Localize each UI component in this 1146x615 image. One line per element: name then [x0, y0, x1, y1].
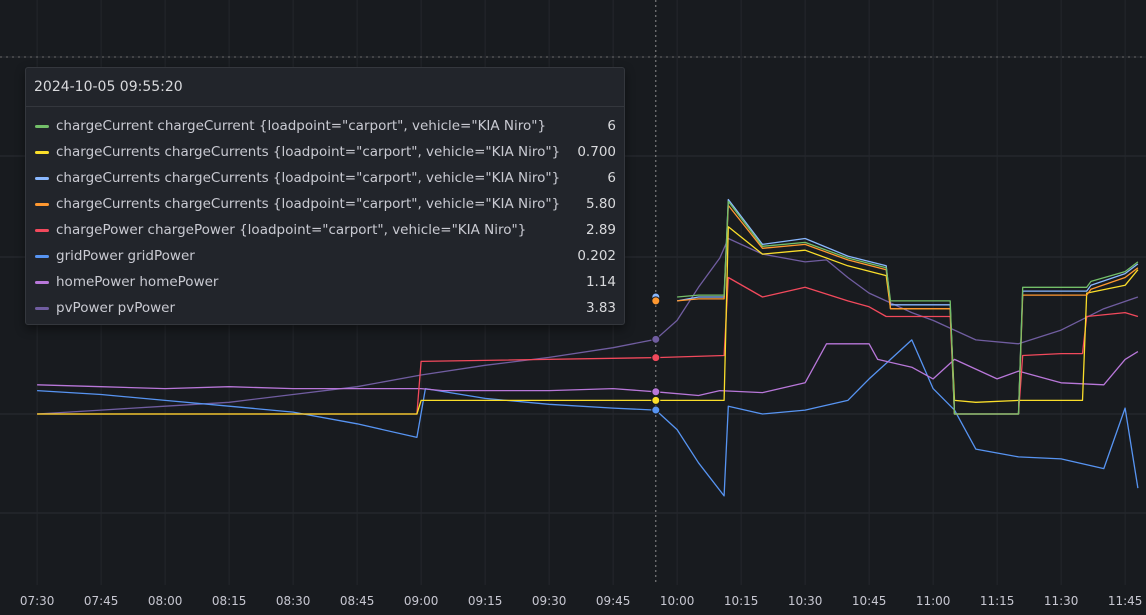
series-color-swatch	[35, 177, 49, 180]
tooltip-row-label: chargeCurrents chargeCurrents {loadpoint…	[56, 144, 561, 160]
x-tick-label: 10:30	[788, 594, 823, 608]
series-line-chargeCurrents_b	[676, 198, 1139, 415]
tooltip-row-label: pvPower pvPower	[56, 300, 176, 316]
tooltip-row-label: chargeCurrents chargeCurrents {loadpoint…	[56, 196, 561, 212]
tooltip-row: chargeCurrents chargeCurrents {loadpoint…	[26, 139, 624, 165]
x-tick-label: 11:30	[1044, 594, 1079, 608]
x-tick-label: 10:00	[660, 594, 695, 608]
x-tick-label: 11:00	[916, 594, 951, 608]
x-tick-label: 09:45	[596, 594, 631, 608]
tooltip-row-value: 0.700	[577, 144, 616, 160]
hover-marker-gridPower	[651, 405, 661, 415]
hover-marker-chargeCurrents_a	[651, 395, 661, 405]
x-tick-label: 08:00	[148, 594, 183, 608]
series-color-swatch	[35, 125, 49, 128]
tooltip-row: chargePower chargePower {loadpoint="carp…	[26, 217, 624, 243]
tooltip-row: gridPower gridPower 0.202	[26, 243, 624, 269]
tooltip-row-value: 6	[607, 170, 616, 186]
x-tick-label: 11:45	[1108, 594, 1143, 608]
tooltip-row-label: chargeCurrent chargeCurrent {loadpoint="…	[56, 118, 547, 134]
x-tick-label: 08:30	[276, 594, 311, 608]
series-color-swatch	[35, 151, 49, 154]
x-tick-label: 08:15	[212, 594, 247, 608]
series-line-chargeCurrent	[677, 200, 1139, 415]
hover-marker-homePower	[651, 387, 661, 397]
x-tick-label: 10:45	[852, 594, 887, 608]
x-tick-label: 09:00	[404, 594, 439, 608]
x-tick-label: 09:15	[468, 594, 503, 608]
series-line-gridPower	[37, 339, 1139, 497]
tooltip-row: homePower homePower 1.14	[26, 269, 624, 295]
tooltip-row-value: 2.89	[585, 222, 616, 238]
tooltip-row: chargeCurrent chargeCurrent {loadpoint="…	[26, 113, 624, 139]
tooltip-row-label: homePower homePower	[56, 274, 219, 290]
x-tick-label: 07:45	[84, 594, 119, 608]
tooltip-row: pvPower pvPower 3.83	[26, 295, 624, 321]
tooltip-row-value: 1.14	[585, 274, 616, 290]
series-color-swatch	[35, 203, 49, 206]
series-color-swatch	[35, 229, 49, 232]
x-tick-label: 11:15	[980, 594, 1015, 608]
tooltip-row-value: 0.202	[577, 248, 616, 264]
hover-marker-chargeCurrents_c	[651, 296, 661, 306]
tooltip-row: chargeCurrents chargeCurrents {loadpoint…	[26, 165, 624, 191]
hover-marker-chargePower	[651, 353, 661, 363]
hover-tooltip: 2024-10-05 09:55:20 chargeCurrent charge…	[25, 67, 625, 325]
tooltip-row-label: chargePower chargePower {loadpoint="carp…	[56, 222, 527, 238]
x-tick-label: 09:30	[532, 594, 567, 608]
tooltip-row-value: 3.83	[585, 300, 616, 316]
series-color-swatch	[35, 281, 49, 284]
x-tick-label: 07:30	[20, 594, 55, 608]
series-color-swatch	[35, 307, 49, 310]
x-axis: 07:30 07:45 08:00 08:15 08:30 08:45 09:00 09:15…	[20, 594, 1143, 608]
tooltip-time: 2024-10-05 09:55:20	[26, 68, 624, 107]
hover-marker-pvPower	[651, 334, 661, 344]
series-color-swatch	[35, 255, 49, 258]
tooltip-row-label: gridPower gridPower	[56, 248, 195, 264]
tooltip-row-label: chargeCurrents chargeCurrents {loadpoint…	[56, 170, 561, 186]
tooltip-row-value: 6	[607, 118, 616, 134]
tooltip-row-value: 5.80	[585, 196, 616, 212]
x-tick-label: 08:45	[340, 594, 375, 608]
x-tick-label: 10:15	[724, 594, 759, 608]
tooltip-rows: chargeCurrent chargeCurrent {loadpoint="…	[26, 107, 624, 321]
tooltip-row: chargeCurrents chargeCurrents {loadpoint…	[26, 191, 624, 217]
